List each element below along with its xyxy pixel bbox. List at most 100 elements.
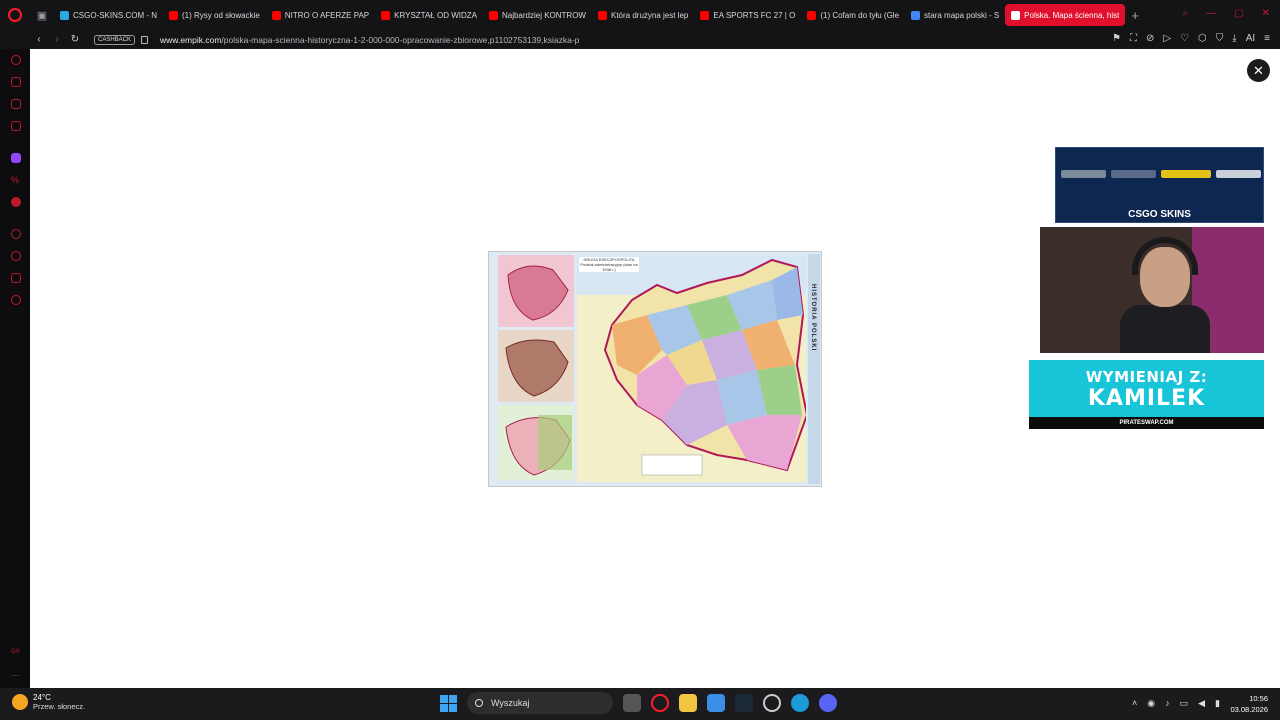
sidebar-settings-icon[interactable]	[11, 295, 21, 305]
tab-favicon-icon	[271, 10, 281, 20]
battery-icon[interactable]: ▮	[1215, 698, 1220, 709]
clock[interactable]: 10:56 03.08.2026	[1230, 693, 1268, 715]
cashback-badge[interactable]: CASHBACK	[94, 34, 136, 45]
csgo-skins-ad: CSGO SKINS	[1055, 147, 1264, 223]
streamer-webcam	[1040, 227, 1264, 353]
browser-tab[interactable]: (1) Rysy od słowackie	[163, 4, 266, 26]
wallet-icon[interactable]: ⛉	[1216, 33, 1224, 44]
map-inset-bottom	[498, 405, 574, 480]
download-icon[interactable]: ⤓	[1232, 33, 1236, 44]
skin-2	[1111, 170, 1156, 178]
tab-label: stara mapa polski - S	[924, 10, 1000, 20]
sidebar-messenger-icon[interactable]	[11, 99, 21, 109]
close-window-button[interactable]: ✕	[1262, 8, 1270, 19]
network-icon[interactable]: ▭	[1180, 698, 1189, 709]
lock-icon[interactable]	[141, 35, 149, 44]
tray-chevron-icon[interactable]: ˄	[1132, 698, 1137, 709]
discord-icon[interactable]	[819, 694, 837, 712]
tab-overview-icon[interactable]: ▣	[30, 0, 54, 30]
sidebar-extensions-icon[interactable]	[11, 273, 21, 283]
maximize-button[interactable]: ▢	[1234, 8, 1243, 19]
task-view-icon[interactable]	[623, 694, 641, 712]
file-explorer-icon[interactable]	[679, 694, 697, 712]
weather-widget[interactable]: 24°C Przew. słonecz.	[12, 693, 85, 711]
skin-4	[1216, 170, 1261, 178]
url-field[interactable]: www.empik.com/polska-mapa-scienna-histor…	[160, 35, 579, 45]
browser-tab[interactable]: KRYSZTAŁ OD WIDZA	[375, 4, 483, 26]
sidebar-instagram-icon[interactable]	[11, 121, 21, 131]
opera-logo-icon[interactable]	[0, 0, 30, 30]
sidebar-shopping-icon[interactable]	[11, 77, 21, 87]
sun-icon	[12, 694, 28, 710]
promo-footer: PIRATESWAP.COM	[1029, 417, 1264, 429]
pin-icon[interactable]: ⚑	[1112, 33, 1121, 44]
chatgpt-icon[interactable]	[763, 694, 781, 712]
pirateswap-promo: WYMIENIAJ Z: KAMILEK PIRATESWAP.COM	[1029, 360, 1264, 429]
sidebar-aria-icon[interactable]	[11, 55, 21, 65]
sidebar-percent-icon[interactable]: %	[11, 175, 21, 185]
taskbar-search[interactable]: Wyszukaj	[467, 692, 613, 714]
reload-icon[interactable]: ↻	[66, 34, 84, 45]
browser-tab[interactable]: CSGO-SKINS.COM - N	[54, 4, 163, 26]
tab-favicon-icon	[60, 10, 69, 20]
clock-time: 10:56	[1249, 694, 1268, 703]
map-main-panel: DRUGA RZECZPOSPOLITA Podział administrac…	[577, 255, 806, 482]
player-icon[interactable]: ▷	[1163, 33, 1171, 44]
skin-1	[1061, 170, 1106, 178]
tab-bar: ▣ CSGO-SKINS.COM - N (1) Rysy od słowacki…	[0, 0, 1280, 30]
clock-date: 03.08.2026	[1230, 705, 1268, 714]
tab-label: Polska. Mapa ścienna, hist	[1024, 10, 1120, 20]
heart-icon[interactable]: ♡	[1180, 33, 1189, 44]
snapshot-icon[interactable]: ⛶	[1130, 33, 1137, 44]
volume-icon[interactable]: ◀	[1198, 698, 1205, 709]
steam-icon[interactable]	[735, 694, 753, 712]
microphone-icon[interactable]: ♪	[1165, 698, 1170, 709]
search-placeholder: Wyszukaj	[491, 698, 530, 708]
windows-taskbar: 24°C Przew. słonecz. Wyszukaj ˄ ◉ ♪ ▭ ◀ …	[0, 688, 1280, 720]
back-icon[interactable]: ‹	[30, 34, 48, 45]
system-tray: ˄ ◉ ♪ ▭ ◀ ▮	[1132, 698, 1220, 709]
store-icon[interactable]	[707, 694, 725, 712]
streamer-body	[1120, 305, 1210, 353]
sidebar-vpn-icon[interactable]	[11, 197, 21, 207]
promo-line-2: KAMILEK	[1087, 386, 1206, 411]
ad-brand: CSGO SKINS	[1128, 209, 1191, 220]
tab-label: CSGO-SKINS.COM - N	[73, 10, 158, 20]
sidebar-history-icon[interactable]	[11, 251, 21, 261]
search-tabs-icon[interactable]: ⌕	[1183, 8, 1189, 19]
aria-ai-icon[interactable]: AI	[1246, 33, 1255, 44]
tab-label: (1) Rysy od słowackie	[182, 10, 260, 20]
lightbox-close-button[interactable]: ✕	[1247, 59, 1270, 82]
opera-gx-icon[interactable]	[651, 694, 669, 712]
browser-tab[interactable]: (1) Cofam do tyłu (Gle	[801, 4, 905, 26]
browser-tab[interactable]: Polska. Mapa ścienna, hist	[1005, 4, 1126, 26]
url-host: www.empik.com	[160, 34, 222, 45]
menu-icon[interactable]: ≡	[1264, 33, 1270, 44]
extensions-icon[interactable]: ⬡	[1198, 33, 1207, 44]
map-inset-middle	[498, 330, 574, 402]
skin-3	[1161, 170, 1211, 178]
browser-tab[interactable]: stara mapa polski - S	[905, 4, 1005, 26]
promo-line-1: WYMIENIAJ Z:	[1085, 368, 1208, 386]
windows-start-icon[interactable]	[440, 694, 457, 712]
browser-tab[interactable]: EA SPORTS FC 27 | O	[694, 4, 801, 26]
forward-icon[interactable]: ›	[48, 34, 66, 45]
browser-tab[interactable]: Najbardziej KONTROW	[483, 4, 592, 26]
weather-desc: Przew. słonecz.	[33, 702, 86, 711]
map-product-image[interactable]: DRUGA RZECZPOSPOLITA Podział administrac…	[488, 251, 822, 487]
browser-tab[interactable]: NITRO O AFERZE PAP	[266, 4, 375, 26]
sidebar-gx-icon[interactable]: GX	[11, 649, 21, 659]
browser-tab[interactable]: Która drużyna jest lep	[592, 4, 694, 26]
tab-label: Najbardziej KONTROW	[501, 10, 586, 20]
sidebar-twitch-icon[interactable]	[11, 153, 21, 163]
sidebar-player-icon[interactable]	[11, 229, 21, 239]
new-tab-button[interactable]: +	[1131, 8, 1139, 23]
adblock-icon[interactable]: ⊘	[1146, 33, 1154, 44]
tab-favicon-icon	[1011, 10, 1021, 20]
minimize-button[interactable]: —	[1206, 8, 1216, 19]
tray-app-icon[interactable]: ◉	[1147, 698, 1155, 709]
taskbar-apps: Wyszukaj	[440, 692, 837, 714]
edge-icon[interactable]	[791, 694, 809, 712]
sidebar-more-icon[interactable]: ···	[11, 671, 21, 681]
tab-favicon-icon	[488, 10, 498, 20]
